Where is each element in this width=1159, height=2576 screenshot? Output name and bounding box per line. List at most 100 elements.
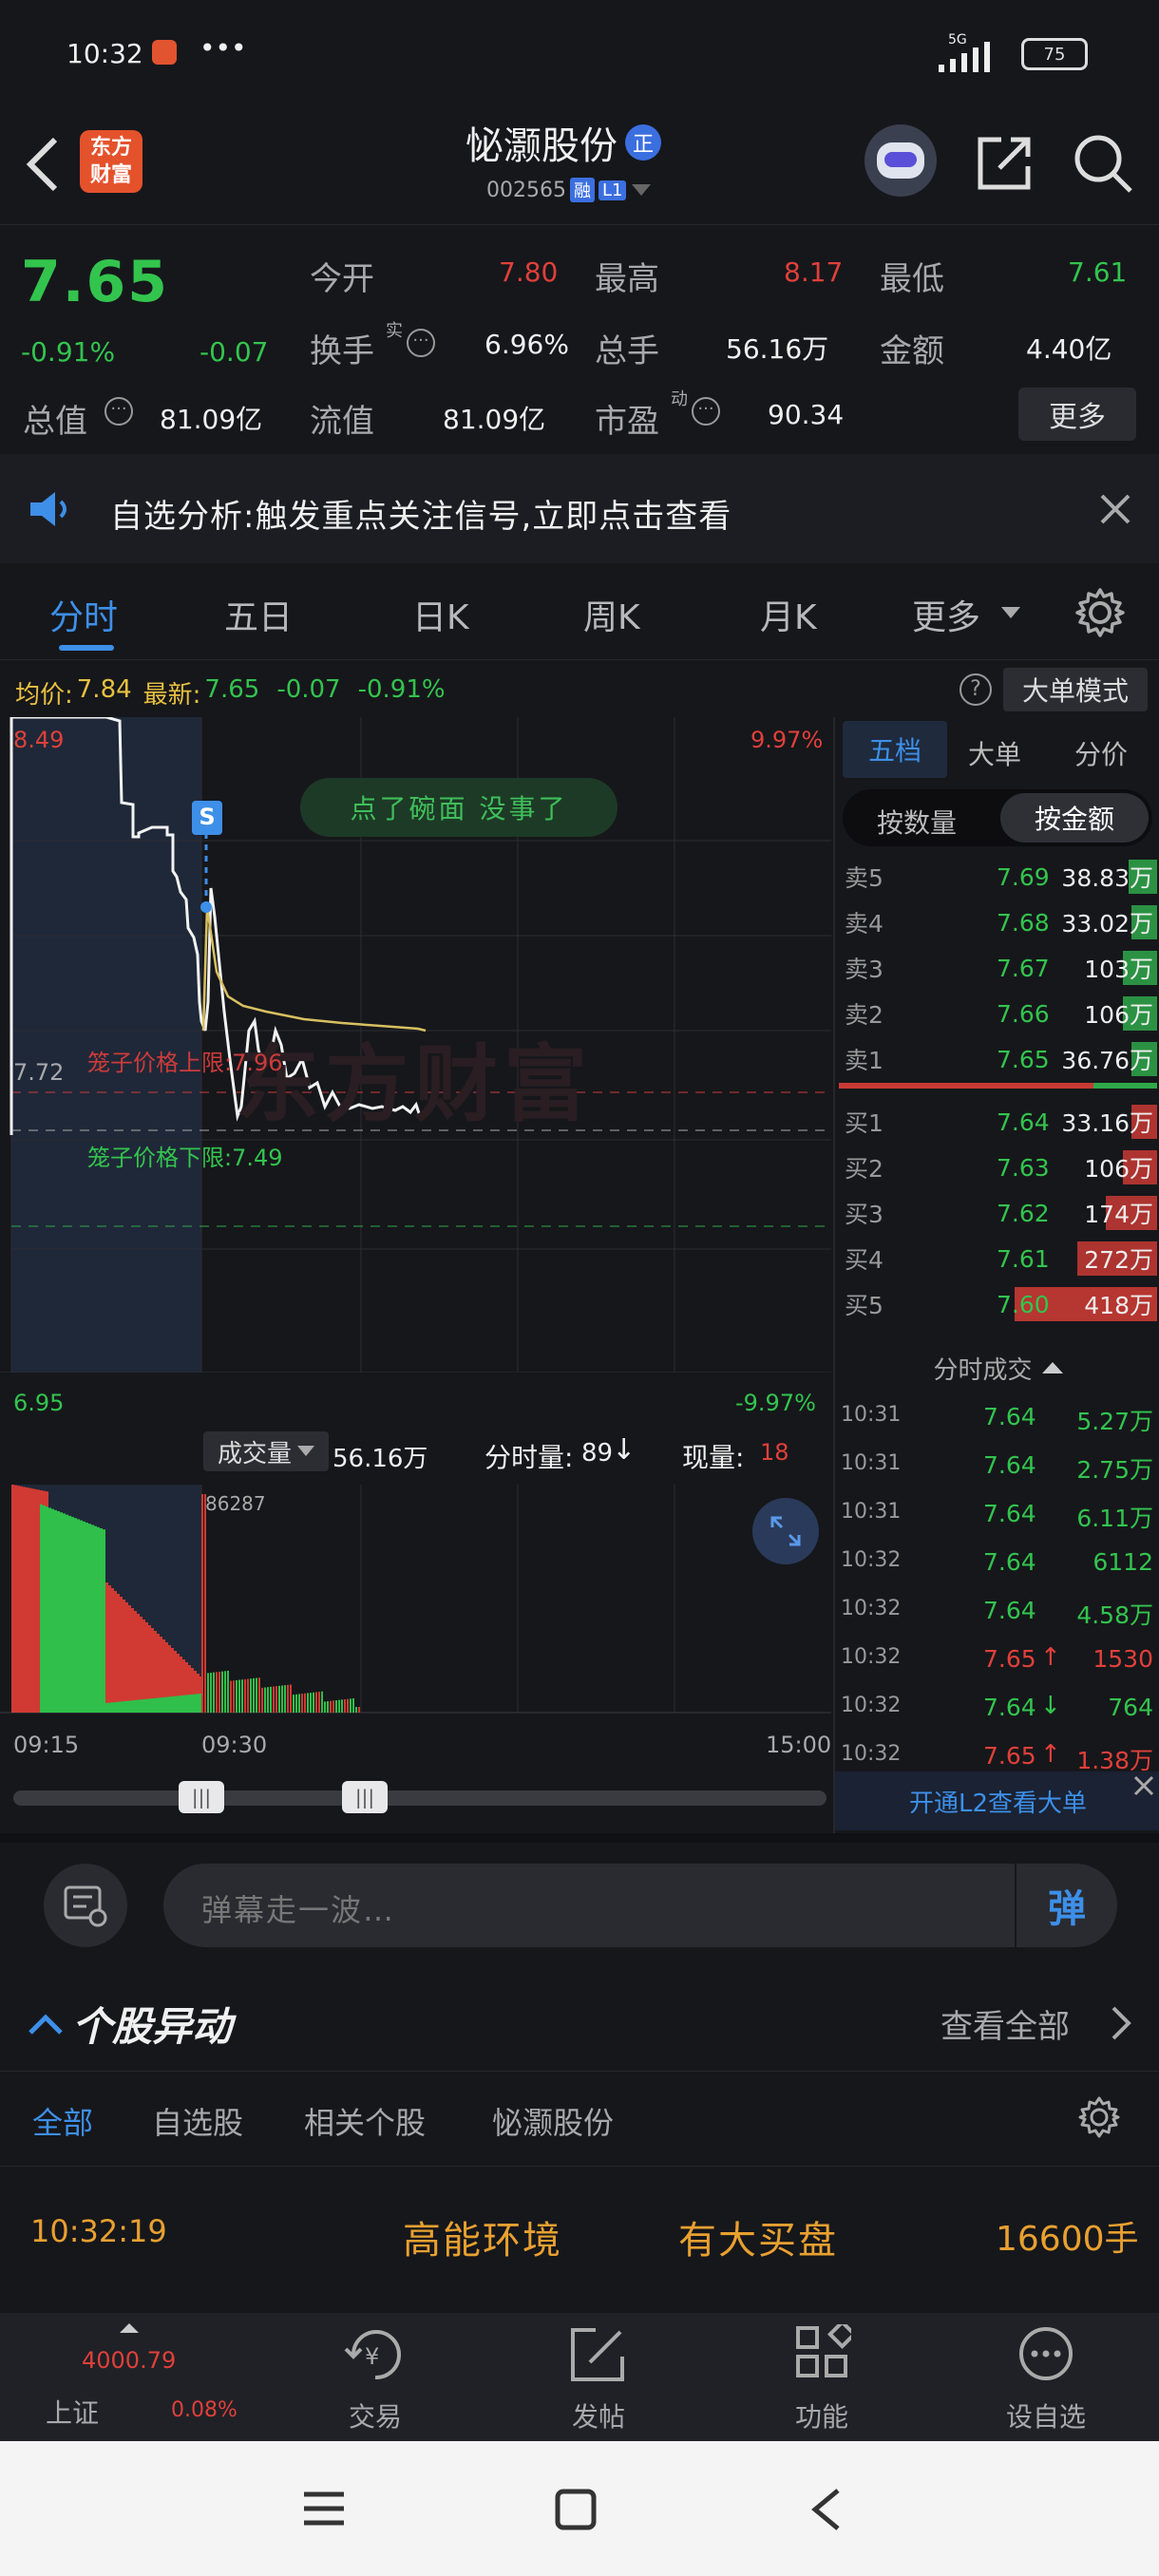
view-all-link[interactable]: 查看全部 [940, 2000, 1070, 2047]
notice-banner[interactable]: 自选分析:触发重点关注信号,立即点击查看 [0, 454, 1159, 563]
buy-level-row[interactable]: 买4 7.61 272万 [835, 1236, 1159, 1281]
filter-this-stock[interactable]: 怭灏股份 [492, 2099, 614, 2143]
buy-level-row[interactable]: 买2 7.63 106万 [835, 1145, 1159, 1190]
buy-level-label: 买4 [845, 1246, 884, 1274]
comment-bubble[interactable]: 点了碗面 没事了 [300, 778, 618, 837]
notice-text: 自选分析:触发重点关注信号,立即点击查看 [110, 498, 732, 536]
anomaly-event: 有大买盘 [678, 2219, 838, 2263]
indicator-selector[interactable]: 成交量 [203, 1431, 329, 1471]
volume-bar [253, 1677, 255, 1713]
filter-watchlist[interactable]: 自选股 [152, 2099, 243, 2143]
sell-level-row[interactable]: 卖3 7.67 103万 [835, 945, 1159, 991]
info-icon[interactable]: ··· [104, 397, 133, 426]
filter-all[interactable]: 全部 [32, 2099, 93, 2143]
tab-intraday[interactable]: 分时 [49, 590, 118, 639]
tab-large-orders[interactable]: 大单 [968, 734, 1021, 772]
volume-bar [120, 1597, 123, 1713]
volume-bar [137, 1699, 140, 1713]
info-icon[interactable]: ··· [407, 329, 435, 357]
volume-bar [304, 1693, 306, 1713]
info-icon[interactable]: ··· [692, 397, 720, 426]
home-icon[interactable] [555, 2489, 597, 2530]
tab-price-distribution[interactable]: 分价 [1074, 734, 1128, 772]
fullscreen-icon[interactable] [752, 1498, 819, 1564]
search-icon[interactable] [1072, 132, 1134, 195]
tab-monthly-k[interactable]: 月K [760, 590, 817, 639]
large-order-mode-button[interactable]: 大单模式 [1003, 668, 1148, 711]
ticks-header[interactable]: 分时成交 [835, 1344, 1159, 1392]
close-icon[interactable] [1130, 1771, 1158, 1800]
svg-text:¥: ¥ [365, 2343, 379, 2370]
sell-level-row[interactable]: 卖4 7.68 33.02万 [835, 900, 1159, 945]
stock-name: 怭灏股份 [466, 124, 618, 168]
share-icon[interactable] [973, 132, 1036, 195]
robot-assistant-icon[interactable] [864, 124, 937, 197]
signal-icon [939, 42, 990, 72]
open-label: 今开 [310, 260, 374, 298]
volume-chart[interactable] [0, 1485, 836, 1722]
sell-level-row[interactable]: 卖5 7.69 38.83万 [835, 854, 1159, 900]
sell-levels: 卖5 7.69 38.83万 卖4 7.68 33.02万 卖3 7.67 103万 卖2 7.66… [835, 854, 1159, 1082]
buy-level-row[interactable]: 买5 7.60 418万 [835, 1281, 1159, 1327]
danmu-settings-icon[interactable] [44, 1864, 127, 1947]
anomaly-item[interactable]: 10:32:19 高能环境 有大买盘 16600手 [0, 2168, 1159, 2310]
nav-add-watchlist[interactable]: 设自选 [984, 2313, 1108, 2441]
range-slider-track[interactable] [13, 1790, 826, 1806]
nav-trade[interactable]: ¥ 交易 [314, 2313, 437, 2441]
sell-level-row[interactable]: 卖2 7.66 106万 [835, 991, 1159, 1036]
volume-bar [197, 1694, 200, 1713]
help-icon[interactable]: ? [960, 673, 992, 706]
sell-level-row[interactable]: 卖1 7.65 36.76万 [835, 1036, 1159, 1082]
top-price-label: 8.49 [13, 727, 65, 753]
open-l2-link[interactable]: 开通L2查看大单 [835, 1771, 1159, 1830]
s-marker[interactable]: S [192, 801, 222, 835]
tab-daily-k[interactable]: 日K [412, 590, 469, 639]
volume-bar [100, 1528, 103, 1713]
volume-bar [145, 1698, 148, 1713]
volume-bar [37, 1489, 40, 1713]
total-cap-label: 总值 [23, 403, 87, 441]
tab-five-level[interactable]: 五档 [843, 721, 947, 778]
tab-more[interactable]: 更多 [912, 590, 980, 639]
back-arrow-icon[interactable] [21, 134, 63, 195]
volume-bar [270, 1686, 272, 1713]
buy-level-row[interactable]: 买3 7.62 174万 [835, 1190, 1159, 1236]
volume-bar [128, 1605, 131, 1713]
danmu-bar: 弹幕走一波… 弹 [0, 1843, 1159, 1966]
avg-label: 均价: [15, 681, 73, 710]
settings-gear-icon[interactable] [1074, 586, 1127, 639]
last-price: 7.65 [21, 249, 170, 315]
mode-by-amount[interactable]: 按金额 [1000, 793, 1149, 843]
status-bar: 10:32 ••• 5G 75 [0, 0, 1159, 109]
more-button[interactable]: 更多 [1018, 388, 1136, 441]
close-icon[interactable] [1098, 492, 1132, 526]
buy-level-price: 7.61 [997, 1244, 1050, 1273]
back-icon[interactable] [809, 2487, 842, 2532]
danmu-input[interactable]: 弹幕走一波… 弹 [163, 1864, 1117, 1947]
menu-icon[interactable] [302, 2489, 346, 2529]
high-value: 8.17 [784, 256, 844, 288]
s-marker-dot [200, 901, 212, 913]
danmu-send-button[interactable]: 弹 [1015, 1864, 1117, 1947]
filter-related[interactable]: 相关个股 [304, 2099, 426, 2143]
stock-title[interactable]: 怭灏股份 正 [466, 115, 661, 170]
volume-bar [338, 1699, 340, 1713]
volume-bar [207, 1673, 209, 1713]
nav-functions[interactable]: 功能 [760, 2313, 884, 2441]
range-slider-handle-right[interactable]: ||| [342, 1781, 388, 1813]
buy-level-price: 7.62 [997, 1199, 1050, 1227]
volume-bar [267, 1687, 269, 1713]
dropdown-icon[interactable] [630, 182, 653, 198]
nav-post[interactable]: 发帖 [537, 2313, 660, 2441]
minute-volume-label: 分时量: [484, 1442, 574, 1473]
index-ticker[interactable]: 4000.79 上证 0.08% [0, 2313, 238, 2441]
collapse-chevron-icon[interactable] [27, 2012, 65, 2036]
eastmoney-logo[interactable]: 东方 财富 [80, 130, 142, 193]
mode-by-quantity[interactable]: 按数量 [877, 803, 957, 841]
tab-five-day[interactable]: 五日 [224, 590, 293, 639]
range-slider-handle-left[interactable]: ||| [179, 1781, 224, 1813]
tab-weekly-k[interactable]: 周K [583, 590, 640, 639]
buy-level-row[interactable]: 买1 7.64 33.16万 [835, 1099, 1159, 1145]
settings-gear-icon[interactable] [1077, 2095, 1121, 2139]
buy-level-label: 买3 [845, 1201, 884, 1228]
